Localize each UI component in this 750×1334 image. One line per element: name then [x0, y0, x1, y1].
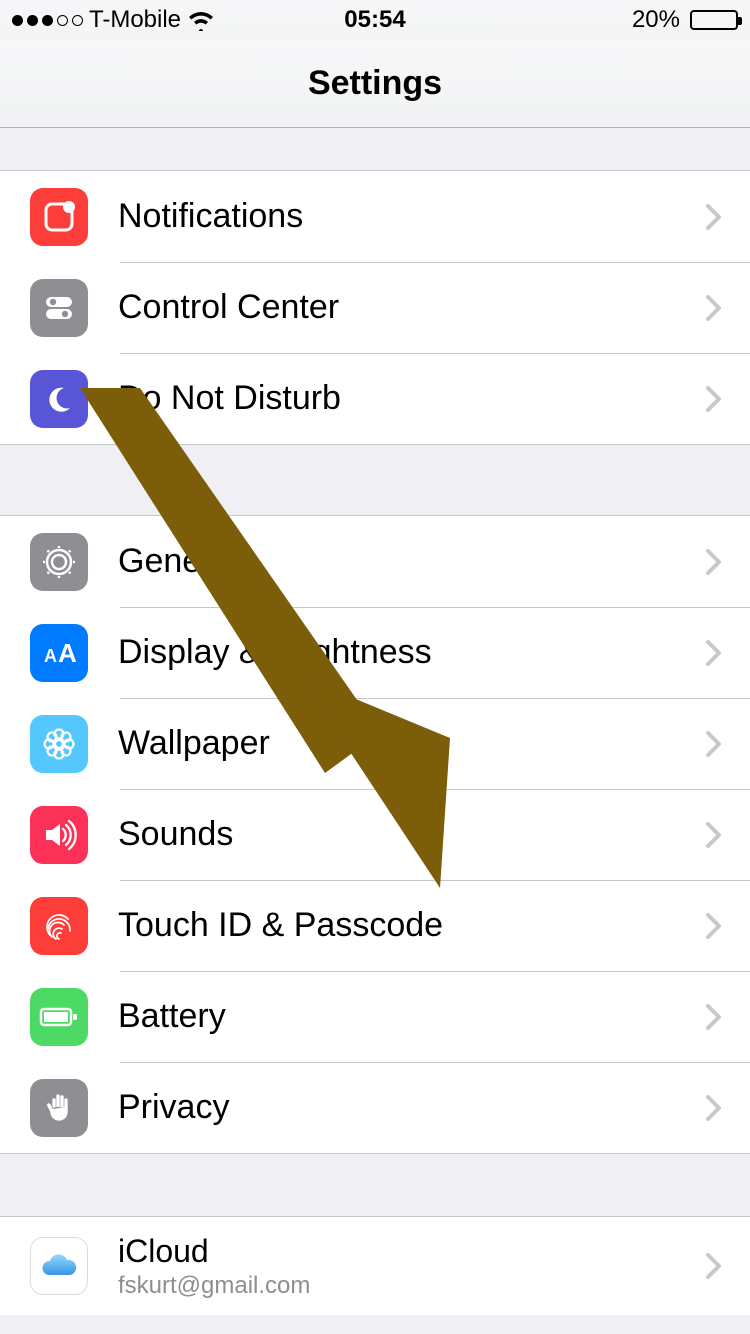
settings-row-do-not-disturb[interactable]: Do Not Disturb	[0, 353, 750, 444]
settings-row-wallpaper[interactable]: Wallpaper	[0, 698, 750, 789]
row-label: Touch ID & Passcode	[118, 906, 706, 945]
row-label: Battery	[118, 997, 706, 1036]
settings-row-display-brightness[interactable]: AA Display & Brightness	[0, 607, 750, 698]
battery-icon	[690, 10, 738, 30]
row-label: Sounds	[118, 815, 706, 854]
status-time: 05:54	[344, 6, 405, 34]
chevron-right-icon	[706, 1004, 722, 1030]
fingerprint-icon	[30, 897, 88, 955]
row-label: Privacy	[118, 1088, 706, 1127]
settings-section-1: Notifications Control Center Do Not Dist…	[0, 170, 750, 445]
battery-icon	[30, 988, 88, 1046]
wifi-icon	[187, 9, 215, 31]
chevron-right-icon	[706, 204, 722, 230]
row-label: Wallpaper	[118, 724, 706, 763]
hand-icon	[30, 1079, 88, 1137]
gear-icon	[30, 533, 88, 591]
svg-text:A: A	[44, 646, 57, 666]
moon-icon	[30, 370, 88, 428]
chevron-right-icon	[706, 1095, 722, 1121]
settings-row-control-center[interactable]: Control Center	[0, 262, 750, 353]
settings-row-sounds[interactable]: Sounds	[0, 789, 750, 880]
row-label: Do Not Disturb	[118, 379, 706, 418]
signal-strength-icon	[12, 15, 83, 26]
settings-row-battery[interactable]: Battery	[0, 971, 750, 1062]
carrier-label: T-Mobile	[89, 6, 181, 34]
chevron-right-icon	[706, 1253, 722, 1279]
chevron-right-icon	[706, 295, 722, 321]
chevron-right-icon	[706, 640, 722, 666]
row-label: Control Center	[118, 288, 706, 327]
settings-row-touch-id-passcode[interactable]: Touch ID & Passcode	[0, 880, 750, 971]
row-label: General	[118, 542, 706, 581]
speaker-icon	[30, 806, 88, 864]
row-label: Notifications	[118, 197, 706, 236]
row-label: iCloud	[118, 1233, 706, 1270]
svg-text:A: A	[58, 638, 77, 668]
cloud-icon	[30, 1237, 88, 1295]
battery-percent-label: 20%	[632, 6, 680, 34]
chevron-right-icon	[706, 822, 722, 848]
control-center-icon	[30, 279, 88, 337]
chevron-right-icon	[706, 731, 722, 757]
settings-row-general[interactable]: General	[0, 516, 750, 607]
row-label: Display & Brightness	[118, 633, 706, 672]
chevron-right-icon	[706, 913, 722, 939]
settings-row-privacy[interactable]: Privacy	[0, 1062, 750, 1153]
chevron-right-icon	[706, 386, 722, 412]
row-sublabel: fskurt@gmail.com	[118, 1272, 706, 1300]
flower-icon	[30, 715, 88, 773]
text-size-icon: AA	[30, 624, 88, 682]
chevron-right-icon	[706, 549, 722, 575]
status-bar: T-Mobile 05:54 20%	[0, 0, 750, 40]
page-title: Settings	[308, 64, 442, 103]
settings-row-icloud[interactable]: iCloud fskurt@gmail.com	[0, 1217, 750, 1315]
settings-row-notifications[interactable]: Notifications	[0, 171, 750, 262]
navigation-bar: Settings	[0, 40, 750, 128]
notifications-icon	[30, 188, 88, 246]
settings-section-2: General AA Display & Brightness Wallpape…	[0, 515, 750, 1154]
settings-section-3: iCloud fskurt@gmail.com	[0, 1216, 750, 1315]
